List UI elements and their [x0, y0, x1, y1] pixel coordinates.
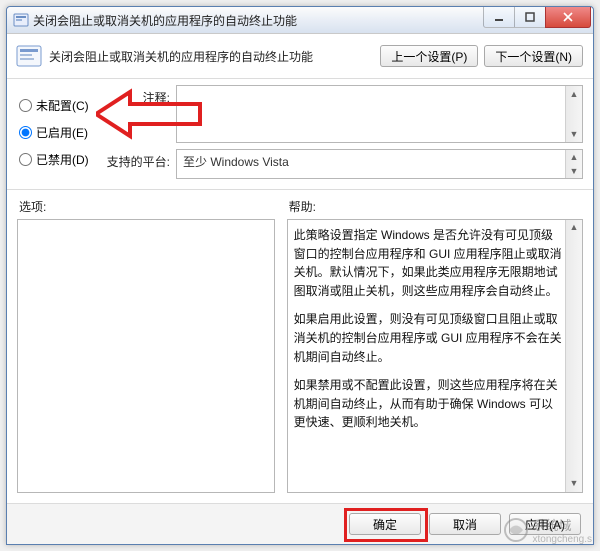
- next-setting-button[interactable]: 下一个设置(N): [484, 45, 583, 67]
- options-label: 选项:: [17, 196, 275, 219]
- help-label: 帮助:: [287, 196, 583, 219]
- cancel-button[interactable]: 取消: [429, 513, 501, 535]
- policy-icon: [13, 12, 29, 28]
- prev-setting-button[interactable]: 上一个设置(P): [380, 45, 478, 67]
- options-panel: [17, 219, 275, 493]
- minimize-button[interactable]: [483, 7, 515, 28]
- platform-field: 至少 Windows Vista ▲ ▼: [176, 149, 583, 179]
- help-paragraph-1: 此策略设置指定 Windows 是否允许没有可见顶级窗口的控制台应用程序和 GU…: [294, 226, 562, 300]
- policy-header-icon: [15, 42, 43, 70]
- radio-disabled-input[interactable]: [19, 153, 32, 166]
- comment-input[interactable]: ▲ ▼: [176, 85, 583, 143]
- radio-not-configured-label: 未配置(C): [36, 97, 89, 114]
- platform-scrollbar[interactable]: ▲ ▼: [565, 150, 582, 178]
- apply-button[interactable]: 应用(A): [509, 513, 581, 535]
- scroll-up-icon[interactable]: ▲: [566, 150, 582, 164]
- radio-not-configured-input[interactable]: [19, 99, 32, 112]
- maximize-button[interactable]: [514, 7, 546, 28]
- scroll-up-icon[interactable]: ▲: [566, 220, 582, 236]
- close-button[interactable]: [545, 7, 591, 28]
- radio-disabled[interactable]: 已禁用(D): [19, 151, 104, 168]
- window-title: 关闭会阻止或取消关机的应用程序的自动终止功能: [33, 12, 484, 29]
- radio-enabled[interactable]: 已启用(E): [19, 124, 104, 141]
- help-column: 帮助: 此策略设置指定 Windows 是否允许没有可见顶级窗口的控制台应用程序…: [287, 196, 583, 493]
- radio-not-configured[interactable]: 未配置(C): [19, 97, 104, 114]
- radio-enabled-label: 已启用(E): [36, 124, 88, 141]
- radio-disabled-label: 已禁用(D): [36, 151, 89, 168]
- scroll-down-icon[interactable]: ▼: [566, 476, 582, 492]
- comment-scrollbar[interactable]: ▲ ▼: [565, 86, 582, 142]
- columns: 选项: 帮助: 此策略设置指定 Windows 是否允许没有可见顶级窗口的控制台…: [7, 189, 593, 503]
- config-area: 未配置(C) 已启用(E) 已禁用(D) 注释: ▲: [7, 79, 593, 189]
- platform-label: 支持的平台:: [104, 149, 176, 179]
- policy-header-title: 关闭会阻止或取消关机的应用程序的自动终止功能: [49, 48, 374, 65]
- right-fields: 注释: ▲ ▼ 支持的平台: 至少 Windows Vista ▲: [104, 85, 583, 185]
- help-panel: 此策略设置指定 Windows 是否允许没有可见顶级窗口的控制台应用程序和 GU…: [287, 219, 583, 493]
- scroll-down-icon[interactable]: ▼: [566, 164, 582, 178]
- help-paragraph-3: 如果禁用或不配置此设置，则这些应用程序将在关机期间自动终止，从而有助于确保 Wi…: [294, 376, 562, 432]
- comment-label: 注释:: [104, 85, 176, 143]
- ok-button[interactable]: 确定: [349, 513, 421, 535]
- window-buttons: [484, 7, 591, 27]
- state-radio-group: 未配置(C) 已启用(E) 已禁用(D): [19, 85, 104, 185]
- help-paragraph-2: 如果启用此设置，则没有可见顶级窗口且阻止或取消关机的控制台应用程序或 GUI 应…: [294, 310, 562, 366]
- titlebar: 关闭会阻止或取消关机的应用程序的自动终止功能: [7, 7, 593, 34]
- scroll-down-icon[interactable]: ▼: [566, 126, 582, 142]
- scroll-up-icon[interactable]: ▲: [566, 86, 582, 102]
- help-scrollbar[interactable]: ▲ ▼: [565, 220, 582, 492]
- options-column: 选项:: [17, 196, 275, 493]
- header-row: 关闭会阻止或取消关机的应用程序的自动终止功能 上一个设置(P) 下一个设置(N): [7, 34, 593, 79]
- dialog-footer: 确定 取消 应用(A): [7, 503, 593, 544]
- radio-enabled-input[interactable]: [19, 126, 32, 139]
- platform-value: 至少 Windows Vista: [183, 155, 289, 169]
